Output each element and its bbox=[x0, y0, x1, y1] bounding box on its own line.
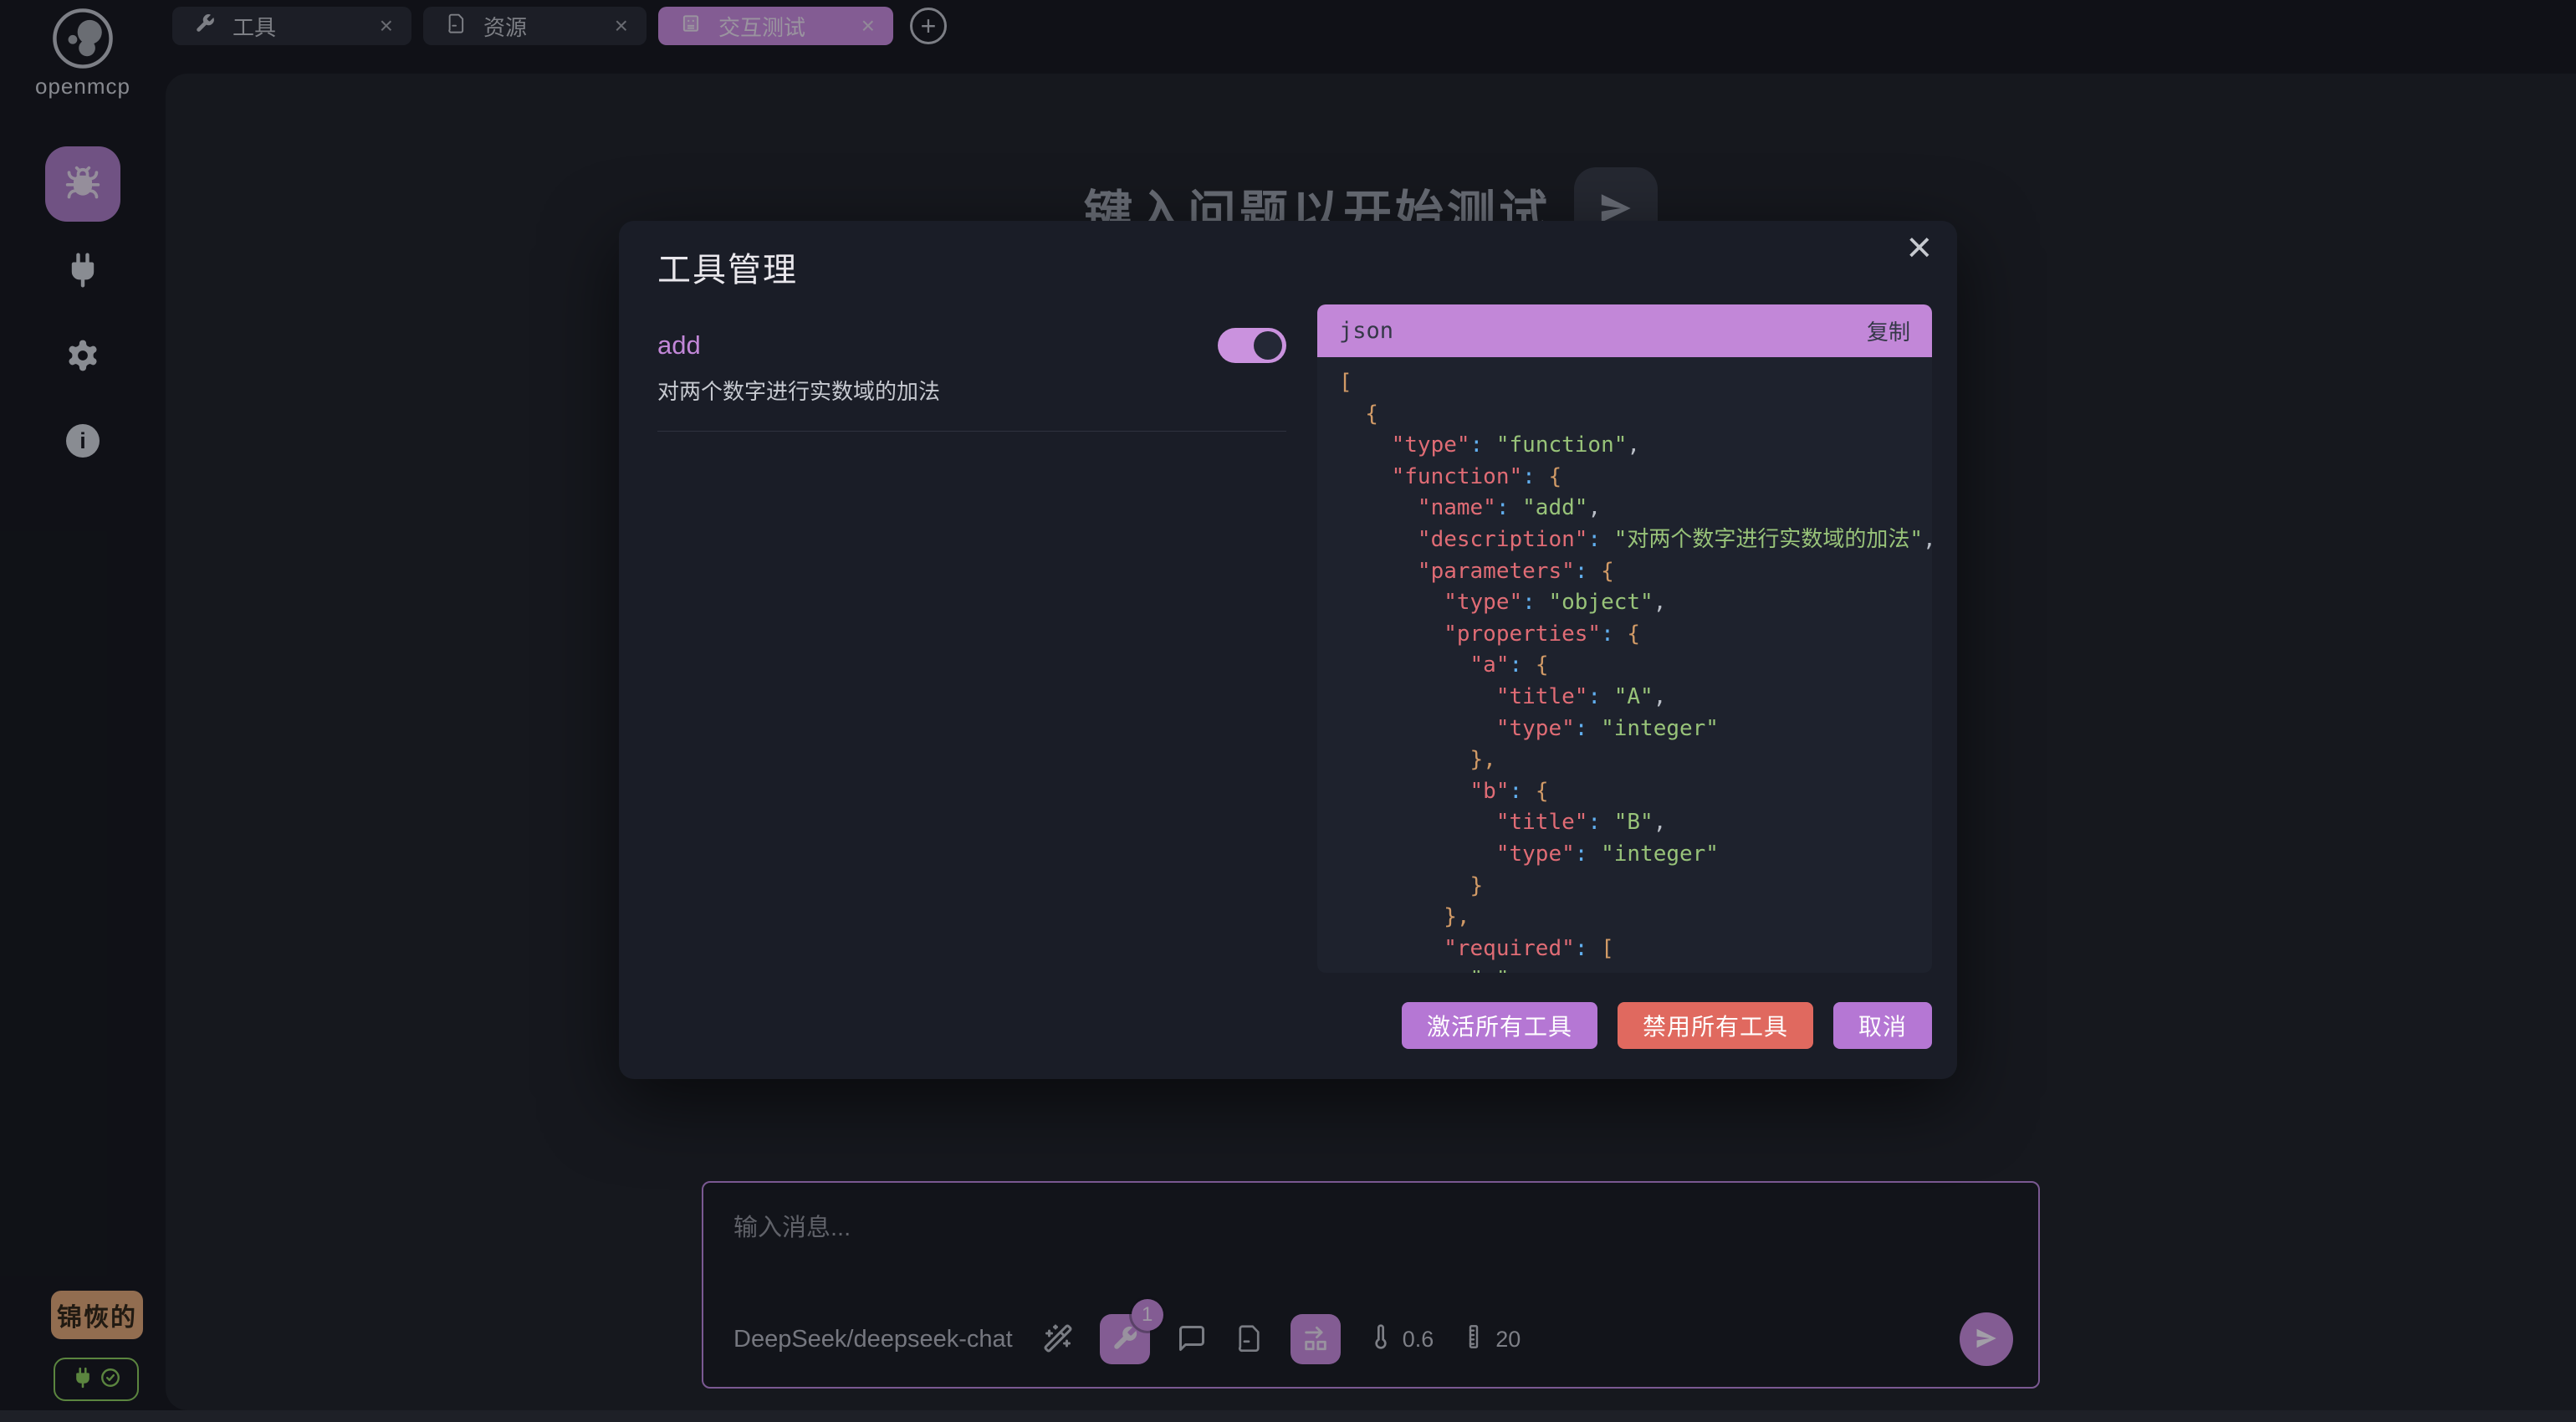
copy-button[interactable]: 复制 bbox=[1867, 315, 1910, 346]
code-header: json 复制 bbox=[1317, 304, 1932, 357]
close-icon[interactable]: × bbox=[1907, 226, 1932, 269]
tool-name: add bbox=[657, 330, 701, 361]
tool-row-add: add bbox=[657, 328, 1286, 363]
toggle-knob bbox=[1254, 331, 1282, 360]
json-code: [ { "type": "function", "function": { "n… bbox=[1317, 357, 1932, 973]
code-language-label: json bbox=[1339, 318, 1393, 344]
disable-all-tools-button[interactable]: 禁用所有工具 bbox=[1618, 1002, 1813, 1049]
tool-schema-code-panel: json 复制 [ { "type": "function", "functio… bbox=[1317, 304, 1932, 973]
tool-description: 对两个数字进行实数域的加法 bbox=[657, 375, 1286, 406]
modal-title: 工具管理 bbox=[657, 243, 798, 291]
openmcp-app: openmcp i 锦恢的 bbox=[0, 0, 2576, 1422]
modal-actions: 激活所有工具 禁用所有工具 取消 bbox=[1402, 1002, 1932, 1049]
divider bbox=[657, 431, 1286, 432]
code-body[interactable]: [ { "type": "function", "function": { "n… bbox=[1317, 357, 1932, 973]
tool-enabled-toggle[interactable] bbox=[1218, 328, 1286, 363]
tool-list: add 对两个数字进行实数域的加法 bbox=[657, 328, 1286, 432]
tool-management-modal: 工具管理 × add 对两个数字进行实数域的加法 json 复制 [ { "ty… bbox=[619, 221, 1957, 1079]
activate-all-tools-button[interactable]: 激活所有工具 bbox=[1402, 1002, 1597, 1049]
cancel-button[interactable]: 取消 bbox=[1833, 1002, 1932, 1049]
